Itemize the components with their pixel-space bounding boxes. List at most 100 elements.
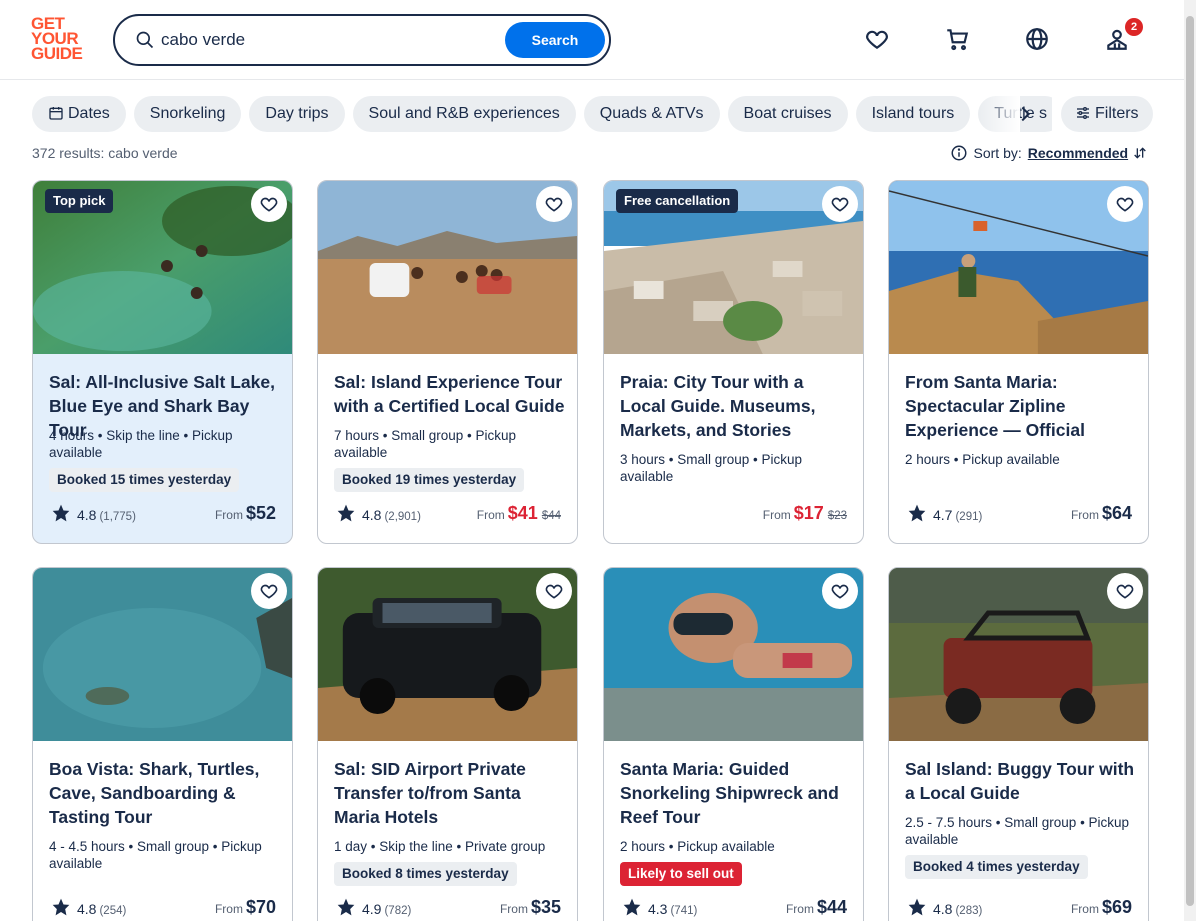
price-amount: $44: [816, 897, 847, 917]
rating: 4.7 (291): [907, 503, 982, 525]
activity-card[interactable]: Free cancellation Praia: City Tour with …: [603, 180, 864, 544]
activity-card[interactable]: Santa Maria: Guided Snorkeling Shipwreck…: [603, 567, 864, 921]
price-amount: $35: [530, 897, 561, 917]
chip-day-trips[interactable]: Day trips: [249, 96, 345, 132]
price: From $52: [215, 503, 276, 527]
chip-boat-cruises[interactable]: Boat cruises: [727, 96, 848, 132]
wishlist-button[interactable]: [536, 573, 572, 609]
scrollbar-thumb[interactable]: [1186, 16, 1194, 906]
results-count: 372 results: cabo verde: [32, 145, 178, 161]
booked-badge: Booked 4 times yesterday: [905, 855, 1088, 879]
price-amount: $70: [245, 897, 276, 917]
price: From $69: [1071, 897, 1132, 921]
star-icon: [908, 504, 926, 522]
original-price: $44: [541, 510, 561, 522]
chip-label: Dates: [68, 105, 110, 122]
star-icon: [52, 504, 70, 522]
heart-icon: [545, 197, 563, 212]
activity-details: 2 hours • Pickup available: [905, 452, 1060, 467]
activity-title[interactable]: From Santa Maria: Spectacular Zipline Ex…: [905, 370, 1137, 442]
activity-title[interactable]: Sal: SID Airport Private Transfer to/fro…: [334, 757, 566, 829]
rating: 4.8 (254): [51, 897, 126, 919]
price-amount: $64: [1101, 503, 1132, 523]
activity-details: 7 hours • Small group • Pickup available: [334, 428, 517, 460]
rating-value: 4.8: [77, 507, 97, 523]
star-icon: [908, 898, 926, 916]
review-count: (741): [670, 905, 698, 917]
price: From $41 $44: [477, 503, 561, 527]
activity-card[interactable]: Sal: SID Airport Private Transfer to/fro…: [317, 567, 578, 921]
price-amount: $52: [245, 503, 276, 523]
activity-title[interactable]: Sal Island: Buggy Tour with a Local Guid…: [905, 757, 1137, 805]
star-icon: [337, 504, 355, 522]
heart-icon: [545, 584, 563, 599]
heart-icon: [831, 584, 849, 599]
price-from-label: From: [214, 902, 243, 916]
heart-icon: [260, 197, 278, 212]
activity-title[interactable]: Boa Vista: Shark, Turtles, Cave, Sandboa…: [49, 757, 281, 829]
review-count: (782): [384, 905, 412, 917]
wishlist-button[interactable]: [1107, 573, 1143, 609]
review-count: (1,775): [99, 511, 136, 523]
sort-value[interactable]: Recommended: [1028, 145, 1128, 161]
review-count: (2,901): [384, 511, 421, 523]
activity-details: 1 day • Skip the line • Private group: [334, 839, 546, 854]
activity-card[interactable]: From Santa Maria: Spectacular Zipline Ex…: [888, 180, 1149, 544]
filters-label: Filters: [1095, 105, 1139, 122]
activity-title[interactable]: Praia: City Tour with a Local Guide. Mus…: [620, 370, 852, 442]
rating-value: 4.3: [648, 901, 668, 917]
activity-card[interactable]: Sal: Island Experience Tour with a Certi…: [317, 180, 578, 544]
price-amount: $69: [1101, 897, 1132, 917]
price: From $70: [215, 897, 276, 921]
price: From $44: [786, 897, 847, 921]
price-from-label: From: [476, 508, 505, 522]
heart-icon: [831, 197, 849, 212]
chip-island-tours[interactable]: Island tours: [855, 96, 971, 132]
booked-badge: Booked 8 times yesterday: [334, 862, 517, 886]
cart-icon[interactable]: [944, 26, 970, 52]
wishlist-button[interactable]: [1107, 186, 1143, 222]
activity-card[interactable]: Boa Vista: Shark, Turtles, Cave, Sandboa…: [32, 567, 293, 921]
search-button[interactable]: Search: [505, 22, 605, 58]
wishlist-button[interactable]: [822, 186, 858, 222]
original-price: $23: [827, 510, 847, 522]
wishlist-button[interactable]: [251, 186, 287, 222]
heart-icon[interactable]: [864, 26, 890, 52]
price-from-label: From: [1070, 902, 1099, 916]
search-input[interactable]: [161, 29, 501, 51]
review-count: (283): [955, 905, 983, 917]
wishlist-button[interactable]: [251, 573, 287, 609]
chip-snorkeling[interactable]: Snorkeling: [133, 96, 242, 132]
activity-card[interactable]: Top pick Sal: All-Inclusive Salt Lake, B…: [32, 180, 293, 544]
chip-quads-atvs[interactable]: Quads & ATVs: [583, 96, 720, 132]
chip-soul-rnb[interactable]: Soul and R&B experiences: [352, 96, 576, 132]
sliders-icon: [1077, 107, 1089, 119]
rating: 4.3 (741): [622, 897, 697, 919]
rating: 4.8 (283): [907, 897, 982, 919]
chip-dates[interactable]: Dates: [32, 96, 126, 132]
booked-badge: Booked 19 times yesterday: [334, 468, 525, 492]
rating-value: 4.7: [933, 507, 953, 523]
globe-icon[interactable]: [1024, 26, 1050, 52]
rating-value: 4.8: [77, 901, 97, 917]
getyourguide-logo[interactable]: GET YOUR GUIDE: [31, 15, 91, 62]
sort-label: Sort by:: [973, 145, 1022, 161]
price: From $64: [1071, 503, 1132, 527]
activity-card[interactable]: Sal Island: Buggy Tour with a Local Guid…: [888, 567, 1149, 921]
info-icon[interactable]: [950, 144, 968, 162]
rating-value: 4.8: [933, 901, 953, 917]
activity-title[interactable]: Sal: Island Experience Tour with a Certi…: [334, 370, 566, 418]
price: From $35: [500, 897, 561, 921]
wishlist-button[interactable]: [536, 186, 572, 222]
wishlist-button[interactable]: [822, 573, 858, 609]
likely-to-sell-out-badge: Likely to sell out: [620, 862, 742, 886]
activity-details: 2 hours • Pickup available: [620, 839, 775, 854]
filters-button[interactable]: Filters: [1061, 96, 1153, 132]
cart-count-badge: 2: [1125, 18, 1143, 36]
page-scrollbar[interactable]: [1184, 0, 1196, 921]
sort-control[interactable]: Sort by: Recommended: [950, 144, 1149, 162]
activity-title[interactable]: Santa Maria: Guided Snorkeling Shipwreck…: [620, 757, 852, 829]
star-icon: [337, 898, 355, 916]
heart-icon: [1116, 584, 1134, 599]
chevron-right-icon[interactable]: [1013, 103, 1037, 125]
